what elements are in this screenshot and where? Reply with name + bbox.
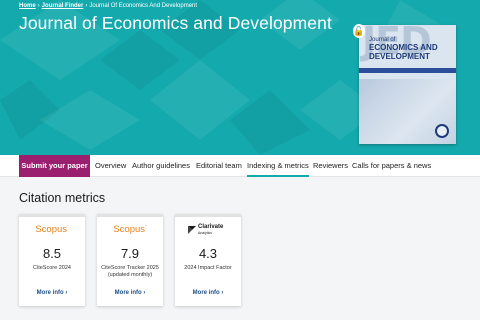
- tab-indexing-metrics[interactable]: Indexing & metrics: [247, 155, 309, 177]
- clarivate-icon: [188, 226, 196, 234]
- scopus-logo: Scopus°: [35, 224, 69, 236]
- metric-value: 7.9: [120, 246, 140, 261]
- cover-seal-icon: [435, 124, 449, 138]
- clarivate-name: Clarivate: [198, 224, 224, 230]
- open-access-lock-icon: 🔓: [353, 24, 365, 38]
- metric-label: CiteScore Tracker 2025 (updated monthly): [97, 265, 163, 279]
- metric-label: CiteScore 2024: [33, 265, 71, 271]
- tab-editorial-team[interactable]: Editorial team: [196, 155, 242, 177]
- more-info-link[interactable]: More info ›: [19, 290, 85, 296]
- breadcrumb-home-link[interactable]: Home: [19, 3, 36, 9]
- metric-value: 8.5: [42, 246, 62, 261]
- cover-band: [359, 68, 456, 73]
- metric-card-citescore: Scopus° 8.5 CiteScore 2024 More info ›: [19, 214, 85, 306]
- tab-overview[interactable]: Overview: [95, 155, 126, 177]
- journal-hero-banner: Home › Journal Finder › Journal Of Economics…: [0, 0, 480, 155]
- breadcrumb-current-page: Journal Of Economics And Development: [89, 3, 198, 9]
- citation-metrics-heading: Citation metrics: [19, 191, 106, 205]
- submit-paper-button[interactable]: Submit your paper: [19, 155, 90, 177]
- tab-calls-for-papers[interactable]: Calls for papers & news: [352, 155, 431, 177]
- journal-title: Journal of Economics and Development: [19, 13, 332, 33]
- journal-nav-bar: Submit your paper Overview Author guidel…: [0, 155, 480, 177]
- breadcrumb: Home › Journal Finder › Journal Of Economics…: [19, 3, 197, 9]
- scopus-logo: Scopus°: [113, 224, 147, 236]
- metric-value: 4.3: [198, 246, 218, 261]
- cover-title: ECONOMICS AND DEVELOPMENT: [369, 43, 438, 61]
- tab-reviewers[interactable]: Reviewers: [313, 155, 348, 177]
- breadcrumb-separator: ›: [37, 3, 40, 9]
- breadcrumb-journal-finder-link[interactable]: Journal Finder: [42, 3, 84, 9]
- breadcrumb-separator: ›: [85, 3, 88, 9]
- metric-label-line1: CiteScore Tracker 2025: [101, 265, 159, 271]
- journal-cover-image: JED Journal of ECONOMICS AND DEVELOPMENT: [359, 25, 456, 144]
- more-info-link[interactable]: More info ›: [97, 290, 163, 296]
- metric-label: 2024 Impact Factor: [184, 265, 232, 271]
- tab-author-guidelines[interactable]: Author guidelines: [132, 155, 190, 177]
- more-info-link[interactable]: More info ›: [175, 290, 241, 296]
- metric-card-citescore-tracker: Scopus° 7.9 CiteScore Tracker 2025 (updat…: [97, 214, 163, 306]
- metric-card-impact-factor: Clarivate Analytics 4.3 2024 Impact Fact…: [175, 214, 241, 306]
- clarivate-sub: Analytics: [198, 231, 213, 235]
- metric-label-line2: (updated monthly): [107, 272, 153, 278]
